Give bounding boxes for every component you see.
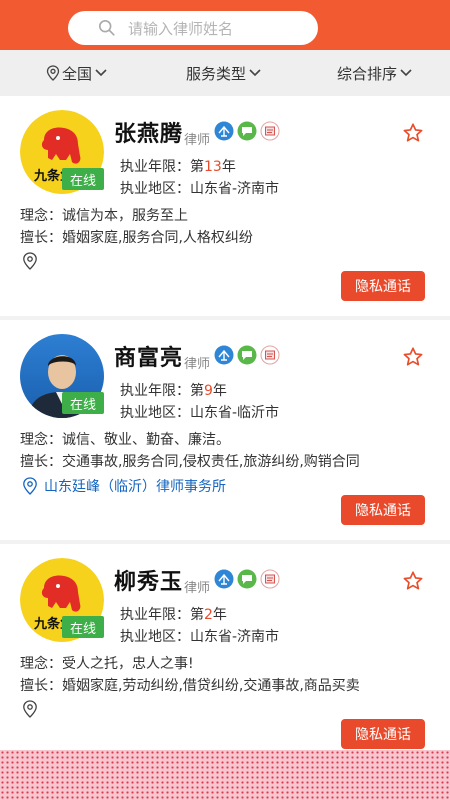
favorite-star-icon[interactable]	[402, 122, 424, 144]
lawyer-name[interactable]: 张燕腾	[114, 116, 183, 148]
location-pin-icon	[23, 252, 37, 270]
private-call-button[interactable]: 隐私通话	[341, 719, 425, 749]
chevron-down-icon	[400, 69, 412, 77]
online-badge: 在线	[62, 168, 104, 190]
bottom-decorative-strip	[0, 750, 450, 800]
lawyer-motto: 理念：诚信、敬业、勤奋、廉洁。	[20, 432, 230, 448]
filter-sort-label: 综合排序	[337, 64, 398, 83]
scale-justice-icon	[214, 121, 234, 141]
lawyer-skills: 擅长：婚姻家庭,服务合同,人格权纠纷	[20, 230, 253, 246]
practice-years-suffix: 年	[212, 383, 227, 399]
location-row: 山东廷峰（临沂）律师事务所	[22, 476, 226, 496]
location-row	[22, 252, 44, 270]
top-bar: 请输入律师姓名	[0, 0, 450, 50]
practice-years-value: 13	[204, 159, 222, 175]
search-placeholder: 请输入律师姓名	[128, 19, 234, 38]
scale-justice-icon	[214, 569, 234, 589]
location-pin-icon	[23, 477, 37, 495]
document-seal-icon	[260, 345, 280, 365]
lawyer-card[interactable]: 在线 商富亮 律师 执业年限：第9年 执业地区：山东省-临沂市 理念：诚信、敬业…	[0, 320, 450, 540]
lawyer-card[interactable]: 九条鱼 在线 张燕腾 律师 执业年限：第13年 执业地区：山东省-济南市 理念：…	[0, 96, 450, 316]
location-pin-icon	[23, 700, 37, 718]
lawyer-role: 律师	[184, 581, 211, 596]
filter-region[interactable]: 全国	[44, 50, 108, 96]
badge-row	[214, 121, 280, 141]
practice-years-suffix: 年	[212, 607, 227, 623]
badge-row	[214, 569, 280, 589]
practice-region: 执业地区：山东省-济南市	[120, 181, 280, 197]
practice-years-value: 2	[204, 607, 213, 623]
online-badge: 在线	[62, 392, 104, 414]
filter-sort[interactable]: 综合排序	[337, 50, 413, 96]
online-badge: 在线	[62, 616, 104, 638]
filter-bar: 全国 服务类型 综合排序	[0, 50, 450, 96]
favorite-star-icon[interactable]	[402, 346, 424, 368]
lawyer-skills: 擅长：婚姻家庭,劳动纠纷,借贷纠纷,交通事故,商品买卖	[20, 678, 360, 694]
lawyer-role: 律师	[184, 357, 211, 372]
chat-bubble-icon	[237, 345, 257, 365]
practice-years-prefix: 执业年限：第	[120, 159, 204, 175]
document-seal-icon	[260, 121, 280, 141]
location-pin-icon	[46, 65, 60, 81]
lawyer-role: 律师	[184, 133, 211, 148]
location-row	[22, 700, 44, 718]
filter-service-type[interactable]: 服务类型	[186, 50, 262, 96]
practice-years-value: 9	[204, 383, 213, 399]
chat-bubble-icon	[237, 121, 257, 141]
badge-row	[214, 345, 280, 365]
practice-years-prefix: 执业年限：第	[120, 607, 204, 623]
practice-years: 执业年限：第2年	[120, 604, 227, 624]
law-firm-link[interactable]: 山东廷峰（临沂）律师事务所	[44, 476, 226, 496]
chevron-down-icon	[249, 69, 261, 77]
practice-years-suffix: 年	[221, 159, 236, 175]
practice-years: 执业年限：第9年	[120, 380, 227, 400]
practice-region: 执业地区：山东省-济南市	[120, 629, 280, 645]
lawyer-skills: 擅长：交通事故,服务合同,侵权责任,旅游纠纷,购销合同	[20, 454, 360, 470]
filter-service-type-label: 服务类型	[186, 64, 247, 83]
private-call-button[interactable]: 隐私通话	[341, 271, 425, 301]
chat-bubble-icon	[237, 569, 257, 589]
scale-justice-icon	[214, 345, 234, 365]
search-icon	[98, 19, 115, 36]
lawyer-card[interactable]: 九条鱼 在线 柳秀玉 律师 执业年限：第2年 执业地区：山东省-济南市 理念：受…	[0, 544, 450, 764]
lawyer-name[interactable]: 商富亮	[114, 340, 183, 372]
search-input[interactable]: 请输入律师姓名	[68, 11, 318, 45]
filter-region-label: 全国	[62, 64, 93, 83]
document-seal-icon	[260, 569, 280, 589]
lawyer-name[interactable]: 柳秀玉	[114, 564, 183, 596]
lawyer-motto: 理念：诚信为本，服务至上	[20, 208, 188, 224]
chevron-down-icon	[95, 69, 107, 77]
practice-region: 执业地区：山东省-临沂市	[120, 405, 280, 421]
practice-years: 执业年限：第13年	[120, 156, 236, 176]
favorite-star-icon[interactable]	[402, 570, 424, 592]
private-call-button[interactable]: 隐私通话	[341, 495, 425, 525]
lawyer-motto: 理念：受人之托，忠人之事!	[20, 656, 194, 672]
practice-years-prefix: 执业年限：第	[120, 383, 204, 399]
